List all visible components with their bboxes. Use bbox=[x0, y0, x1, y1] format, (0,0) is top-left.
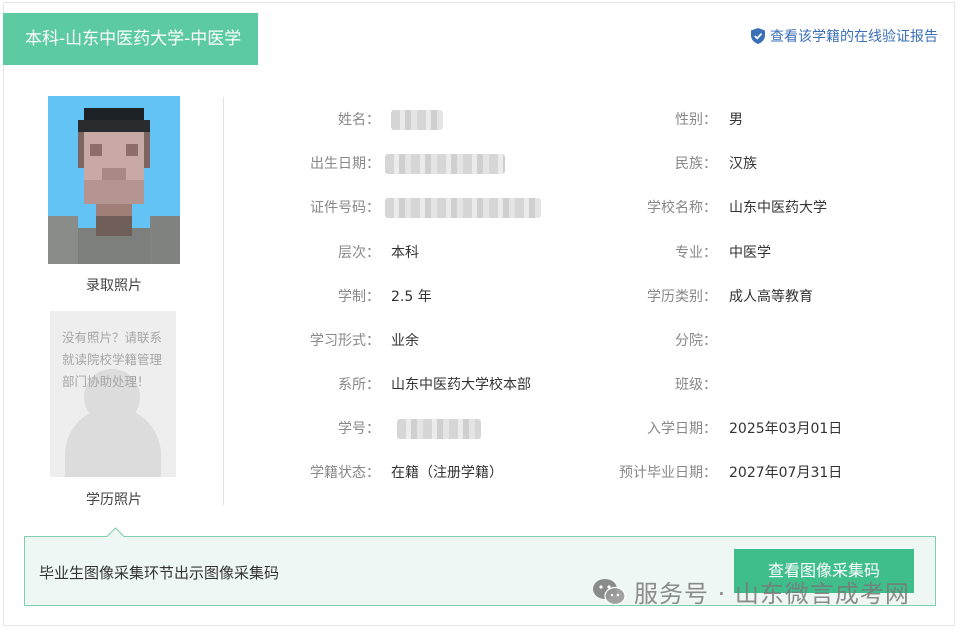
gender-value: 男 bbox=[729, 112, 743, 128]
graduation-date-label: 预计毕业日期： bbox=[619, 465, 717, 481]
graduation-date-value: 2027年07月31日 bbox=[729, 465, 843, 481]
info-row: 姓名： 性别： 男 bbox=[0, 110, 960, 130]
info-row: 学籍状态： 在籍（注册学籍） 预计毕业日期： 2027年07月31日 bbox=[0, 463, 960, 483]
duration-label: 学制： bbox=[338, 289, 380, 305]
branch-label: 分院： bbox=[675, 333, 717, 349]
level-value: 本科 bbox=[391, 245, 419, 261]
class-label: 班级： bbox=[675, 377, 717, 393]
student-id-value-redacted bbox=[397, 419, 481, 439]
ethnicity-label: 民族： bbox=[675, 156, 717, 172]
watermark-text: 服务号 · 山东微言成考网 bbox=[634, 580, 910, 608]
education-type-value: 成人高等教育 bbox=[729, 289, 813, 305]
school-value: 山东中医药大学 bbox=[729, 200, 827, 216]
gender-label: 性别： bbox=[675, 112, 717, 128]
duration-value: 2.5 年 bbox=[391, 289, 432, 305]
image-code-instruction: 毕业生图像采集环节出示图像采集码 bbox=[39, 564, 280, 582]
degree-photo-caption: 学历照片 bbox=[86, 492, 142, 508]
wechat-icon bbox=[593, 578, 626, 605]
watermark: 服务号 · 山东微言成考网 bbox=[592, 574, 910, 609]
info-row: 学号： 入学日期： 2025年03月01日 bbox=[0, 419, 960, 439]
shield-check-icon bbox=[751, 28, 765, 44]
birth-date-value-redacted bbox=[385, 154, 505, 174]
enroll-date-value: 2025年03月01日 bbox=[729, 421, 843, 437]
info-row: 证件号码： 学校名称： 山东中医药大学 bbox=[0, 198, 960, 218]
ethnicity-value: 汉族 bbox=[729, 156, 757, 172]
birth-date-label: 出生日期： bbox=[310, 156, 380, 172]
verify-report-label: 查看该学籍的在线验证报告 bbox=[770, 29, 938, 45]
no-photo-message: 没有照片？请联系就读院校学籍管理部门协助处理！ bbox=[62, 330, 163, 389]
level-label: 层次： bbox=[338, 245, 380, 261]
record-tab-title[interactable]: 本科-山东中医药大学-中医学 bbox=[3, 13, 258, 65]
department-label: 系所： bbox=[338, 377, 380, 393]
info-row: 学制： 2.5 年 学历类别： 成人高等教育 bbox=[0, 287, 960, 307]
student-id-label: 学号： bbox=[338, 421, 380, 437]
info-row: 出生日期： 民族： 汉族 bbox=[0, 154, 960, 174]
name-value-redacted bbox=[391, 110, 443, 130]
education-type-label: 学历类别： bbox=[647, 289, 717, 305]
study-form-label: 学习形式： bbox=[310, 333, 380, 349]
major-value: 中医学 bbox=[729, 245, 771, 261]
status-value: 在籍（注册学籍） bbox=[391, 465, 503, 481]
name-label: 姓名： bbox=[338, 112, 380, 128]
department-value: 山东中医药大学校本部 bbox=[391, 377, 531, 393]
verify-report-link[interactable]: 查看该学籍的在线验证报告 bbox=[751, 26, 938, 46]
info-row: 层次： 本科 专业： 中医学 bbox=[0, 243, 960, 263]
id-number-label: 证件号码： bbox=[310, 200, 380, 216]
status-label: 学籍状态： bbox=[310, 465, 380, 481]
major-label: 专业： bbox=[675, 245, 717, 261]
id-number-value-redacted bbox=[385, 198, 541, 218]
enroll-date-label: 入学日期： bbox=[647, 421, 717, 437]
school-label: 学校名称： bbox=[647, 200, 717, 216]
study-form-value: 业余 bbox=[391, 333, 419, 349]
